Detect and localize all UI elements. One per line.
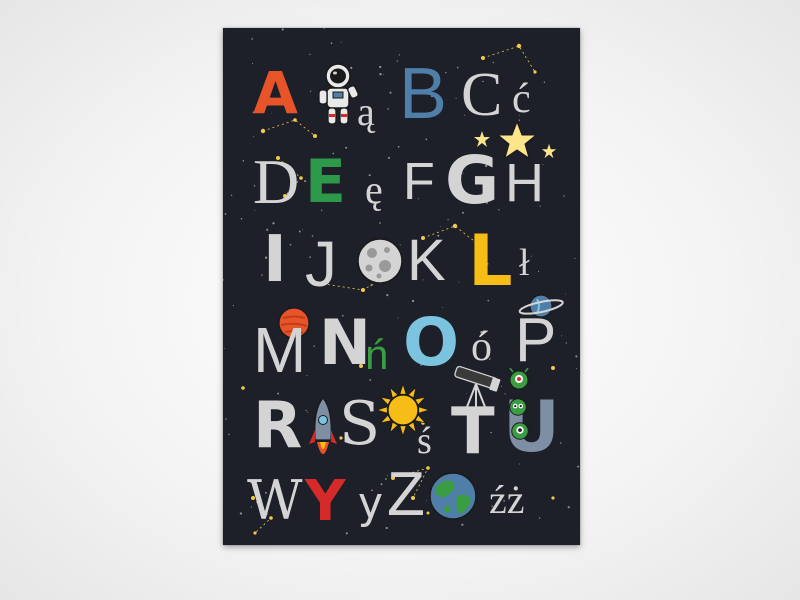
letter-J: J — [305, 228, 337, 300]
alien-icon — [509, 368, 529, 390]
letter-S-acute: ś — [417, 420, 432, 462]
letter-A-ogonek: ą — [357, 89, 375, 134]
astronaut-icon — [318, 63, 359, 125]
alien-icon-2 — [509, 398, 527, 416]
letter-B: B — [399, 54, 448, 134]
letter-M: M — [253, 314, 307, 386]
letter-G: G — [445, 142, 500, 219]
letter-O-acute: ó — [471, 324, 492, 370]
letter-Y: Y — [305, 469, 346, 534]
letter-F: F — [403, 153, 435, 211]
letter-E-ogonek: ę — [365, 167, 383, 212]
letter-C-acute: ć — [512, 76, 531, 122]
letter-Z: Z — [387, 460, 425, 529]
rocket-icon — [309, 396, 337, 454]
letter-R: R — [253, 389, 303, 463]
letter-C: C — [461, 61, 503, 129]
letter-P: P — [515, 306, 557, 375]
letter-Z-dot-acute: źż — [489, 477, 525, 522]
letter-K: K — [407, 228, 446, 293]
letter-I: I — [263, 223, 287, 297]
letter-H: H — [505, 153, 544, 213]
letter-L: L — [468, 220, 513, 302]
earth-icon — [429, 472, 477, 520]
letter-A: A — [253, 59, 298, 127]
letter-E: E — [305, 147, 346, 217]
alphabet-poster: A ą B C ć D E ę F G H I J K L ł M N ń O … — [223, 28, 580, 545]
moon-icon — [357, 238, 403, 284]
letter-N-acute: ń — [365, 331, 389, 378]
letter-T: T — [451, 395, 495, 469]
letter-D: D — [253, 146, 300, 217]
letter-Y-thin: y — [357, 478, 384, 529]
letter-N: N — [319, 306, 371, 379]
alien-icon-3 — [511, 422, 529, 440]
letter-S: S — [339, 389, 381, 459]
letter-W: W — [247, 469, 303, 532]
letter-L-stroke: ł — [519, 242, 530, 284]
